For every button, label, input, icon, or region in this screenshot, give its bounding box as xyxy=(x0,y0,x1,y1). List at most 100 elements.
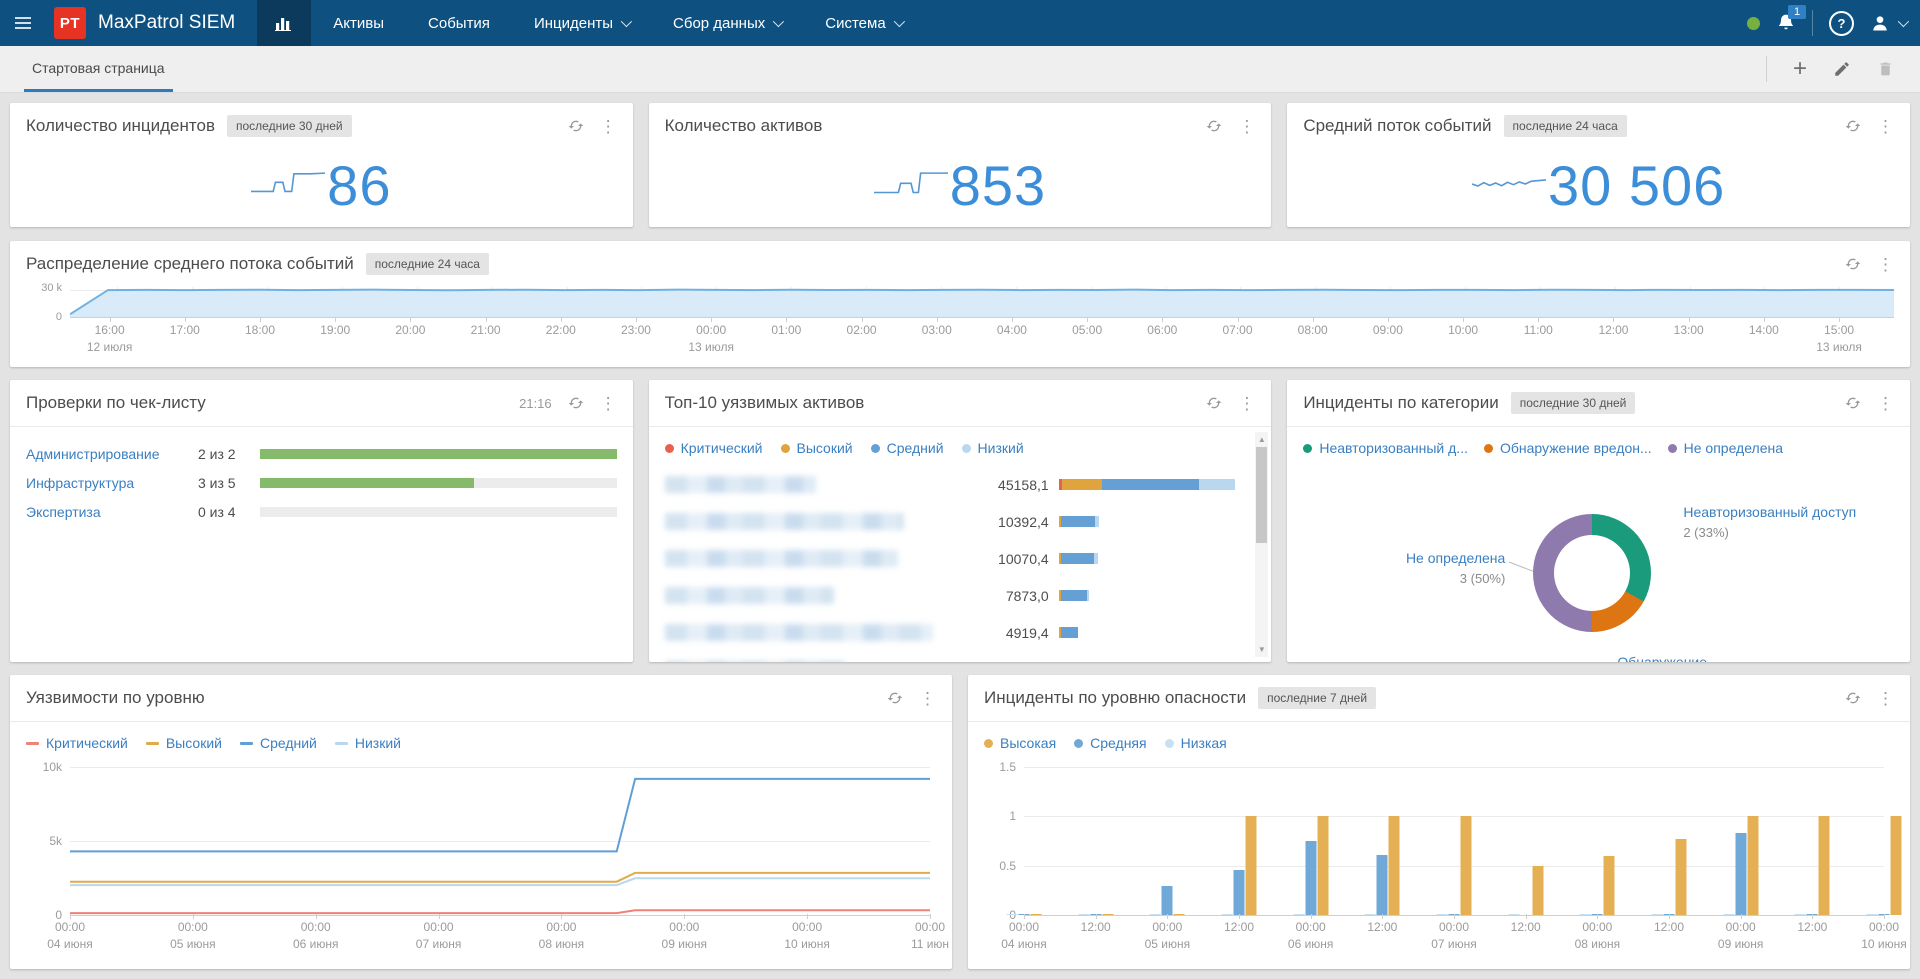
refresh-button[interactable] xyxy=(1845,118,1861,134)
kebab-menu-button[interactable]: ⋮ xyxy=(1238,395,1255,412)
y-tick-label: 5k xyxy=(22,834,62,848)
legend-item[interactable]: Низкая xyxy=(1165,735,1227,751)
nav-dashboards-tab[interactable] xyxy=(257,0,311,46)
refresh-icon xyxy=(887,690,903,706)
tab-start-page[interactable]: Стартовая страница xyxy=(24,46,173,92)
axis-tick xyxy=(1238,317,1239,322)
legend-item[interactable]: Средняя xyxy=(1074,735,1146,751)
kebab-menu-button[interactable]: ⋮ xyxy=(1877,395,1894,412)
stacked-bar xyxy=(1059,516,1242,527)
refresh-button[interactable] xyxy=(568,118,584,134)
scrollbar-thumb[interactable] xyxy=(1256,447,1267,543)
legend-item[interactable]: Средний xyxy=(240,735,317,751)
scroll-down-arrow[interactable]: ▼ xyxy=(1255,645,1268,654)
bar-group[interactable] xyxy=(1365,816,1400,915)
blurred-text xyxy=(665,550,899,567)
bar-group[interactable] xyxy=(1652,839,1687,915)
kebab-menu-button[interactable]: ⋮ xyxy=(919,690,936,707)
legend-item[interactable]: Критический xyxy=(26,735,128,751)
notifications-button[interactable]: 1 xyxy=(1776,13,1796,33)
top10-row[interactable]: 4919,4 xyxy=(665,614,1242,651)
y-axis: 30 k 0 xyxy=(20,287,70,317)
nav-item-events[interactable]: События xyxy=(406,0,512,46)
refresh-button[interactable] xyxy=(1845,395,1861,411)
bar-group[interactable] xyxy=(1150,886,1185,915)
kebab-menu-button[interactable]: ⋮ xyxy=(1877,118,1894,135)
kebab-menu-button[interactable]: ⋮ xyxy=(600,395,617,412)
legend-item[interactable]: Высокий xyxy=(146,735,222,751)
legend-item[interactable]: Низкий xyxy=(962,440,1024,456)
kebab-menu-button[interactable]: ⋮ xyxy=(1877,256,1894,273)
top10-row[interactable]: 7873,0 xyxy=(665,577,1242,614)
x-tick-label: 12:00 xyxy=(1367,920,1397,934)
scrollbar[interactable]: ▲ ▼ xyxy=(1255,432,1268,657)
bar-group[interactable] xyxy=(1437,816,1472,915)
x-date-label: 05 июня xyxy=(1145,937,1191,951)
user-icon xyxy=(1870,13,1890,33)
checklist-link[interactable]: Администрирование xyxy=(26,446,198,462)
checklist-link[interactable]: Инфраструктура xyxy=(26,475,198,491)
kebab-menu-button[interactable]: ⋮ xyxy=(1238,118,1255,135)
card-checklist: Проверки по чек-листу 21:16 ⋮ Администри… xyxy=(10,380,633,662)
top10-row[interactable]: 10070,4 xyxy=(665,540,1242,577)
legend-item[interactable]: Неавторизованный д... xyxy=(1303,440,1468,456)
bar-group[interactable] xyxy=(1222,816,1257,915)
nav-item-system[interactable]: Система xyxy=(803,0,923,46)
legend-item[interactable]: Высокий xyxy=(781,440,853,456)
legend-item[interactable]: Критический xyxy=(665,440,763,456)
top10-row[interactable]: 704,8 xyxy=(665,651,1242,662)
legend-marker xyxy=(146,742,159,745)
refresh-button[interactable] xyxy=(1206,395,1222,411)
add-dashboard-button[interactable]: + xyxy=(1793,57,1807,81)
nav-item-incidents[interactable]: Инциденты xyxy=(512,0,651,46)
x-axis: 00:0004 июня00:0005 июня00:0006 июня00:0… xyxy=(70,915,930,961)
area-chart[interactable] xyxy=(70,287,1894,318)
x-tick-label: 18:00 xyxy=(245,323,275,337)
scroll-up-arrow[interactable]: ▲ xyxy=(1255,435,1268,444)
legend-item[interactable]: Обнаружение вредон... xyxy=(1484,440,1652,456)
x-tick-label: 00:00 xyxy=(301,920,331,934)
kebab-menu-button[interactable]: ⋮ xyxy=(600,118,617,135)
health-status-indicator[interactable] xyxy=(1747,17,1760,30)
nav-item-data-collection[interactable]: Сбор данных xyxy=(651,0,803,46)
x-tick-label: 12:00 xyxy=(1797,920,1827,934)
legend-item[interactable]: Не определена xyxy=(1668,440,1783,456)
user-menu-button[interactable] xyxy=(1870,13,1906,33)
legend-item[interactable]: Низкий xyxy=(335,735,401,751)
legend-item[interactable]: Средний xyxy=(871,440,944,456)
edit-dashboard-button[interactable] xyxy=(1833,60,1851,78)
axis-tick xyxy=(1538,317,1539,322)
hamburger-menu-button[interactable] xyxy=(0,0,46,46)
refresh-button[interactable] xyxy=(1206,118,1222,134)
bar-group[interactable] xyxy=(1795,816,1830,915)
bar-group[interactable] xyxy=(1508,866,1543,915)
refresh-button[interactable] xyxy=(1845,256,1861,272)
legend-label: Средний xyxy=(260,735,317,751)
top10-row[interactable]: 45158,1 xyxy=(665,466,1242,503)
bar-group[interactable] xyxy=(1580,856,1615,915)
axis-tick xyxy=(335,317,336,322)
refresh-button[interactable] xyxy=(568,395,584,411)
axis-tick xyxy=(410,317,411,322)
legend-item[interactable]: Высокая xyxy=(984,735,1056,751)
bar-group[interactable] xyxy=(1867,816,1902,915)
nav-item-assets[interactable]: Активы xyxy=(311,0,406,46)
delete-dashboard-button[interactable] xyxy=(1877,60,1894,78)
kebab-menu-button[interactable]: ⋮ xyxy=(1877,690,1894,707)
x-tick-label: 00:00 xyxy=(1582,920,1612,934)
x-tick-label: 12:00 xyxy=(1598,323,1628,337)
refresh-icon xyxy=(568,118,584,134)
refresh-button[interactable] xyxy=(887,690,903,706)
bar-chart[interactable]: 00.511.5 xyxy=(1024,767,1884,915)
checklist-link[interactable]: Экспертиза xyxy=(26,504,198,520)
refresh-button[interactable] xyxy=(1845,690,1861,706)
bar-group[interactable] xyxy=(1723,816,1758,915)
line-chart[interactable]: 10k5k0 xyxy=(70,767,930,915)
top10-row[interactable]: 10392,4 xyxy=(665,503,1242,540)
bar-group[interactable] xyxy=(1293,816,1328,915)
bar-Высокая xyxy=(1317,816,1328,915)
pt-logo[interactable]: PT xyxy=(54,7,86,39)
help-button[interactable]: ? xyxy=(1829,11,1854,36)
donut-chart[interactable] xyxy=(1533,514,1651,632)
axis-tick xyxy=(937,317,938,322)
